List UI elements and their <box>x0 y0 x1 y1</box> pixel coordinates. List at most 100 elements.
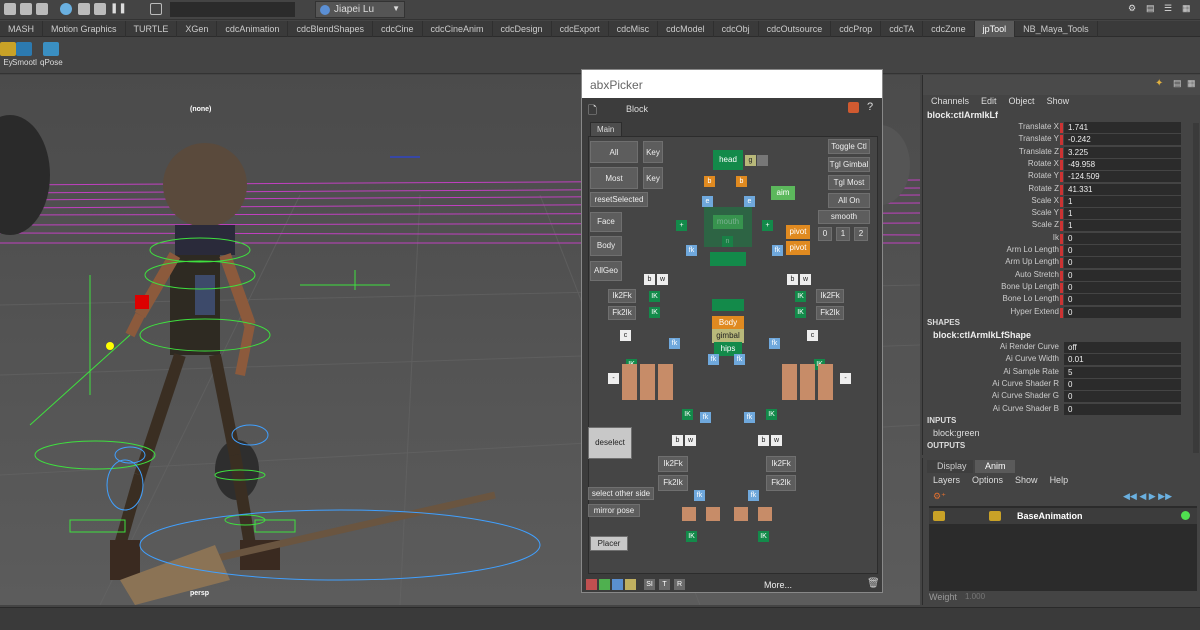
channel-row[interactable]: Ai Curve Shader R 0 <box>923 378 1200 391</box>
select-most-button[interactable]: Most <box>590 167 638 189</box>
fingers-minus-right[interactable]: - <box>840 373 851 384</box>
channel-row[interactable]: Ai Render Curve off <box>923 342 1200 354</box>
shelf-button-qpose[interactable]: qPose <box>40 42 63 67</box>
pause-icon[interactable]: ❚❚ <box>110 3 127 15</box>
channel-box-toggle-icon-2[interactable]: ▦ <box>1187 78 1196 89</box>
channel-row[interactable]: Scale Z 1 <box>923 220 1200 232</box>
toe-fk-right[interactable]: fk <box>748 490 759 501</box>
heel-left[interactable] <box>706 507 720 521</box>
shelf-tab-cdccineanim[interactable]: cdcCineAnim <box>423 21 493 37</box>
channel-row[interactable]: Rotate X -49.958 <box>923 158 1200 171</box>
shape-node-name[interactable]: block:ctlArmIkLfShape <box>933 330 1031 340</box>
channel-box-toggle-icon-1[interactable]: ▤ <box>1173 78 1182 89</box>
mirror-pose-button[interactable]: mirror pose <box>588 504 640 517</box>
pivot-control-2[interactable]: pivot <box>786 241 810 255</box>
channel-value-field[interactable]: 0 <box>1064 281 1181 293</box>
channel-value-field[interactable]: 0.01 <box>1064 354 1181 366</box>
channel-row[interactable]: Bone Up Length 0 <box>923 281 1200 294</box>
leg-b-left[interactable]: b <box>672 435 683 446</box>
tool-settings-toggle-icon[interactable]: ☰ <box>1164 3 1176 15</box>
brow-left-control[interactable]: b <box>704 176 715 187</box>
eye-right-control[interactable]: e <box>744 196 755 207</box>
leg-ik-left[interactable]: IK <box>682 409 693 420</box>
shelf-tab-cdcmisc[interactable]: cdcMisc <box>609 21 659 37</box>
channel-value-field[interactable]: 1 <box>1064 208 1181 220</box>
shelf-tab-cdcobj[interactable]: cdcObj <box>714 21 759 37</box>
placer-button[interactable]: Placer <box>590 536 628 551</box>
shelf-tab-motion-graphics[interactable]: Motion Graphics <box>43 21 126 37</box>
select-button-s[interactable]: SI <box>644 579 655 590</box>
eye-left-control[interactable]: e <box>702 196 713 207</box>
arm-fk2ik-right-button[interactable]: Fk2Ik <box>816 306 844 320</box>
arm-ik-right-2[interactable]: IK <box>795 307 806 318</box>
head-control[interactable]: head <box>713 150 743 170</box>
foot-ik-left[interactable]: IK <box>686 531 697 542</box>
channel-row[interactable]: Scale X 1 <box>923 195 1200 208</box>
channel-row[interactable]: Ai Sample Rate 5 <box>923 366 1200 379</box>
smooth-level-1-button[interactable]: 1 <box>836 227 850 241</box>
channel-value-field[interactable]: 0 <box>1064 232 1181 244</box>
elbow-fk-right[interactable]: fk <box>769 338 780 349</box>
brow-right-control[interactable]: b <box>736 176 747 187</box>
settings-icon[interactable]: ⚙ <box>1128 3 1140 15</box>
channel-box-menu-object[interactable]: Object <box>1009 96 1035 106</box>
pivot-control-1[interactable]: pivot <box>786 225 810 239</box>
more-button[interactable]: More... <box>764 580 792 590</box>
input-line-icon[interactable] <box>150 3 162 15</box>
channel-value-field[interactable]: 0 <box>1064 403 1181 415</box>
shelf-tab-cdcblendshapes[interactable]: cdcBlendShapes <box>288 21 373 37</box>
layer-menu-help[interactable]: Help <box>1050 475 1069 485</box>
smooth-level-2-button[interactable]: 2 <box>854 227 868 241</box>
shelf-tab-cdcprop[interactable]: cdcProp <box>831 21 882 37</box>
color-blue-swatch[interactable] <box>612 579 623 590</box>
shelf-tab-cdcexport[interactable]: cdcExport <box>552 21 609 37</box>
channel-box-toggle-icon[interactable]: ▦ <box>1182 3 1194 15</box>
layer-mute-icon[interactable] <box>989 511 1001 521</box>
select-all-button[interactable]: All <box>590 141 638 163</box>
channel-value-field[interactable]: -49.958 <box>1064 158 1181 170</box>
shelf-tab-jptool[interactable]: jpTool <box>974 21 1016 37</box>
channel-value-field[interactable]: 41.331 <box>1064 183 1181 195</box>
leg-fk2ik-right-button[interactable]: Fk2Ik <box>766 475 796 491</box>
shelf-button-smooth[interactable]: Smootl <box>12 42 37 67</box>
heel-right[interactable] <box>734 507 748 521</box>
leg-ik2fk-left-button[interactable]: Ik2Fk <box>658 456 688 472</box>
channel-value-field[interactable]: -124.509 <box>1064 171 1181 183</box>
arm-ik2fk-left-button[interactable]: Ik2Fk <box>608 289 636 303</box>
tgl-most-button[interactable]: Tgl Most <box>828 175 870 190</box>
input-node-name[interactable]: block:green <box>933 428 980 438</box>
arm-b-left[interactable]: b <box>644 274 655 285</box>
toe-fk-left[interactable]: fk <box>694 490 705 501</box>
node-name[interactable]: block:ctlArmIkLf <box>927 110 998 120</box>
leg-b-right[interactable]: b <box>758 435 769 446</box>
elbow-fk-left[interactable]: fk <box>669 338 680 349</box>
channel-box-scrollbar[interactable] <box>1193 123 1199 453</box>
trash-icon[interactable]: 🗑 <box>867 578 880 589</box>
gimbal-control[interactable]: gimbal <box>712 329 744 343</box>
attribute-editor-toggle-icon[interactable]: ▤ <box>1146 3 1158 15</box>
fingers-left[interactable] <box>622 364 674 400</box>
open-scene-icon[interactable] <box>20 3 32 15</box>
foot-left[interactable] <box>682 507 696 521</box>
layer-row[interactable]: BaseAnimation <box>929 508 1197 524</box>
arm-b-right[interactable]: b <box>787 274 798 285</box>
channel-value-field[interactable]: 5 <box>1064 366 1181 378</box>
leg-fk-right[interactable]: fk <box>744 412 755 423</box>
key-most-button[interactable]: Key <box>643 167 663 189</box>
weight-value[interactable]: 1.000 <box>965 592 985 601</box>
shelf-tab-cdcta[interactable]: cdcTA <box>881 21 924 37</box>
tab-anim[interactable]: Anim <box>975 460 1015 473</box>
channel-row[interactable]: Arm Lo Length 0 <box>923 245 1200 257</box>
channel-value-field[interactable]: off <box>1064 342 1181 353</box>
chest-control[interactable] <box>710 252 746 266</box>
reset-selected-button[interactable]: resetSelected <box>590 192 648 207</box>
help-icon[interactable]: ? <box>867 101 873 113</box>
channel-row[interactable]: Ik 0 <box>923 232 1200 245</box>
shelf-tab-cdcdesign[interactable]: cdcDesign <box>493 21 552 37</box>
character-selector[interactable]: Block <box>626 104 648 114</box>
shelf-tab-cdczone[interactable]: cdcZone <box>923 21 975 37</box>
body-button[interactable]: Body <box>590 236 622 256</box>
layer-menu-options[interactable]: Options <box>972 475 1003 485</box>
file-icon[interactable]: 🗋 <box>588 102 597 121</box>
leg-fk2ik-left-button[interactable]: Fk2Ik <box>658 475 688 491</box>
